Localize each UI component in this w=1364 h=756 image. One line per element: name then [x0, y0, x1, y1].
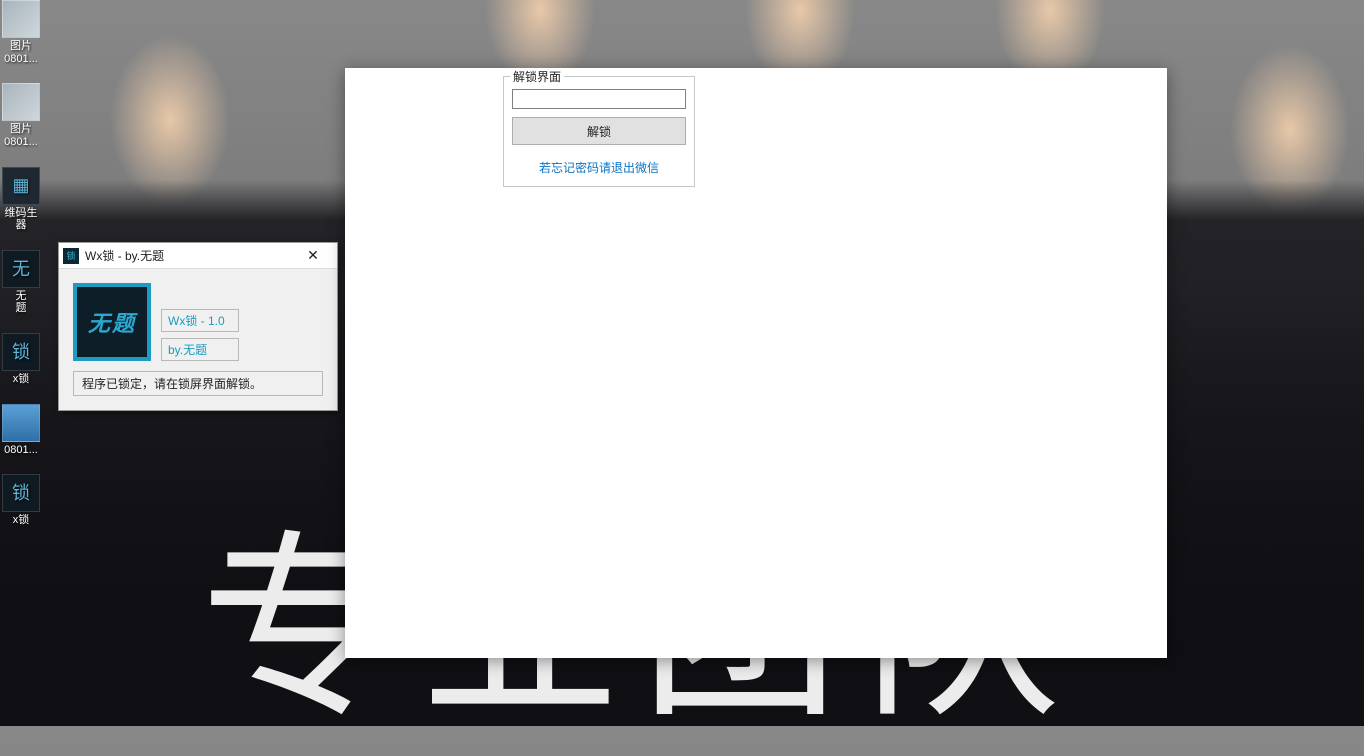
desktop-icon[interactable]: 图片 0801... [0, 83, 42, 148]
fieldset-legend: 解锁界面 [510, 68, 564, 85]
image-icon [2, 0, 40, 38]
desktop-icon-label: x锁 [13, 373, 30, 386]
forgot-password-link[interactable]: 若忘记密码请退出微信 [512, 159, 686, 176]
app-body: 无题 Wx锁 - 1.0 by.无题 程序已锁定，请在锁屏界面解锁。 [59, 269, 337, 410]
lock-screen-panel: 解锁界面 解锁 若忘记密码请退出微信 [345, 68, 1167, 658]
status-message: 程序已锁定，请在锁屏界面解锁。 [73, 371, 323, 396]
app-logo: 无题 [73, 283, 151, 361]
desktop-icon-label: 图片 [10, 40, 32, 53]
qr-icon: ▦ [2, 167, 40, 205]
unlock-button[interactable]: 解锁 [512, 117, 686, 145]
desktop-icon-sublabel: 0801... [4, 136, 38, 149]
desktop-icon[interactable]: 无 无 题 [0, 250, 42, 315]
app-icon: 锁 [2, 333, 40, 371]
titlebar[interactable]: 锁 Wx锁 - by.无题 ✕ [59, 243, 337, 269]
close-icon: ✕ [307, 247, 319, 264]
version-box: Wx锁 - 1.0 [161, 309, 239, 332]
desktop-icon-sublabel: 题 [16, 302, 27, 315]
desktop-icon-sublabel: 器 [16, 219, 27, 232]
desktop-icon[interactable]: 锁 x锁 [0, 474, 42, 527]
folder-icon [2, 404, 40, 442]
desktop-icon-sublabel: 0801... [4, 53, 38, 66]
desktop-icon-label: 维码生 [5, 207, 38, 220]
desktop-icon-label: 图片 [10, 123, 32, 136]
unlock-fieldset: 解锁界面 解锁 若忘记密码请退出微信 [503, 76, 695, 187]
desktop-icons-strip: 图片 0801... 图片 0801... ▦ 维码生 器 无 无 题 锁 x锁… [0, 0, 42, 527]
desktop-icon-sublabel: 0801... [4, 444, 38, 457]
desktop-icon-label: x锁 [13, 514, 30, 527]
image-icon [2, 83, 40, 121]
desktop-icon-label: 无 [16, 290, 27, 303]
desktop-icon[interactable]: 锁 x锁 [0, 333, 42, 386]
window-title: Wx锁 - by.无题 [85, 247, 293, 264]
wxlock-app-window: 锁 Wx锁 - by.无题 ✕ 无题 Wx锁 - 1.0 by.无题 程序已锁定… [58, 242, 338, 411]
close-button[interactable]: ✕ [293, 243, 333, 269]
desktop-icon[interactable]: 图片 0801... [0, 0, 42, 65]
author-box: by.无题 [161, 338, 239, 361]
app-icon: 无 [2, 250, 40, 288]
password-input[interactable] [512, 89, 686, 109]
desktop-icon[interactable]: ▦ 维码生 器 [0, 167, 42, 232]
desktop-icon[interactable]: 0801... [0, 404, 42, 457]
app-icon: 锁 [2, 474, 40, 512]
app-window-icon: 锁 [63, 248, 79, 264]
